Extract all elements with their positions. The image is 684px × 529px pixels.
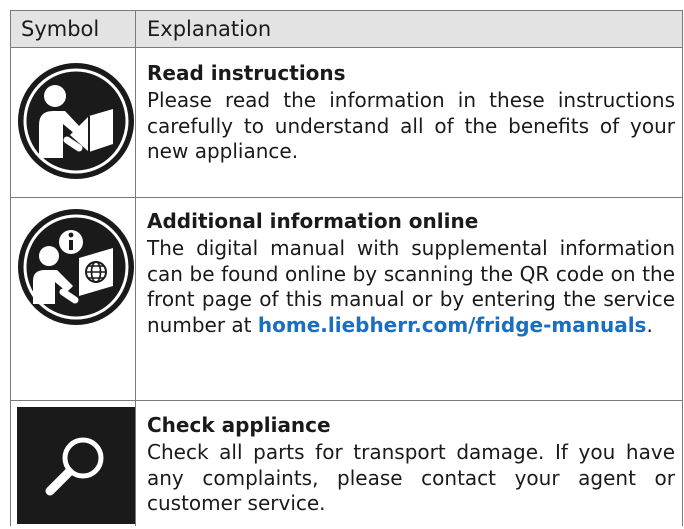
symbol-column-header: Symbol	[21, 17, 100, 41]
read-instructions-icon	[17, 62, 135, 180]
header-divider	[10, 47, 683, 48]
row-read-instructions: Read instructions Please read the inform…	[147, 60, 675, 165]
row-text: Check all parts for transport damage. If…	[147, 440, 675, 515]
explanation-column-header: Explanation	[147, 17, 272, 41]
additional-information-online-icon	[17, 208, 135, 326]
row-check-appliance: Check appliance Check all parts for tran…	[147, 412, 675, 517]
symbol-table: Symbol Explanation Read instructions Ple…	[10, 10, 683, 526]
column-divider	[135, 10, 136, 526]
manuals-link[interactable]: home.liebherr.com/fridge-manuals	[258, 313, 647, 337]
row-divider	[10, 197, 683, 198]
row-text: Please read the information in these ins…	[147, 88, 675, 163]
row-divider	[10, 400, 683, 401]
row-additional-information: Additional information online The digita…	[147, 208, 675, 338]
row-title: Additional information online	[147, 209, 479, 233]
table-header	[10, 10, 683, 47]
magnifying-glass-icon	[17, 407, 135, 524]
row-title: Read instructions	[147, 61, 346, 85]
table-border-right	[682, 10, 683, 526]
row-title: Check appliance	[147, 413, 331, 437]
table-border-left	[10, 10, 11, 526]
table-border-top	[10, 10, 683, 11]
row-text: The digital manual with supplemental inf…	[147, 236, 675, 337]
